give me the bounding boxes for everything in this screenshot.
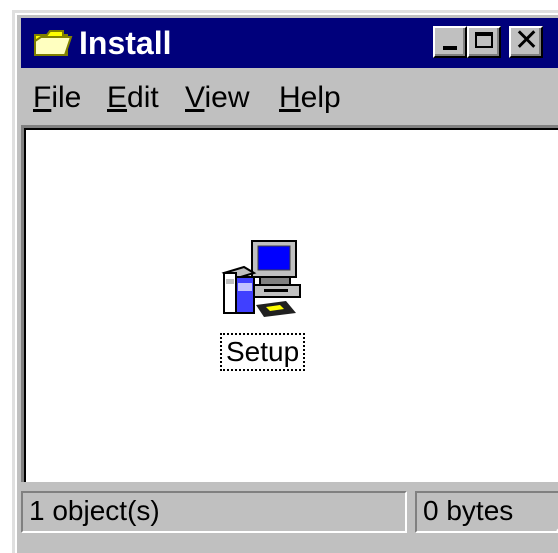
title-bar[interactable]: Install ✕: [21, 18, 558, 68]
maximize-button[interactable]: [467, 26, 501, 58]
close-button[interactable]: ✕: [509, 23, 543, 58]
file-list-pane[interactable]: Setup: [21, 125, 558, 482]
status-object-count: 1 object(s): [21, 491, 407, 533]
setup-program-icon[interactable]: [216, 233, 306, 323]
resize-grip-icon[interactable]: [551, 503, 558, 533]
close-icon: ✕: [514, 23, 540, 58]
window-title: Install: [79, 25, 172, 61]
menu-help[interactable]: Help: [279, 81, 341, 115]
menu-bar: File Edit View Help: [21, 73, 558, 123]
status-size: 0 bytes: [415, 491, 558, 533]
install-window: Install ✕ File Edit View Help Setup 1 ob…: [12, 10, 558, 553]
status-bar: 1 object(s) 0 bytes: [21, 487, 558, 537]
menu-file[interactable]: File: [33, 81, 81, 115]
folder-icon: [34, 30, 73, 56]
maximize-icon: [475, 32, 493, 48]
menu-view[interactable]: View: [185, 81, 249, 115]
minimize-icon: [443, 46, 457, 50]
minimize-button[interactable]: [433, 26, 467, 58]
menu-edit[interactable]: Edit: [107, 81, 159, 115]
setup-file-label[interactable]: Setup: [220, 333, 306, 371]
